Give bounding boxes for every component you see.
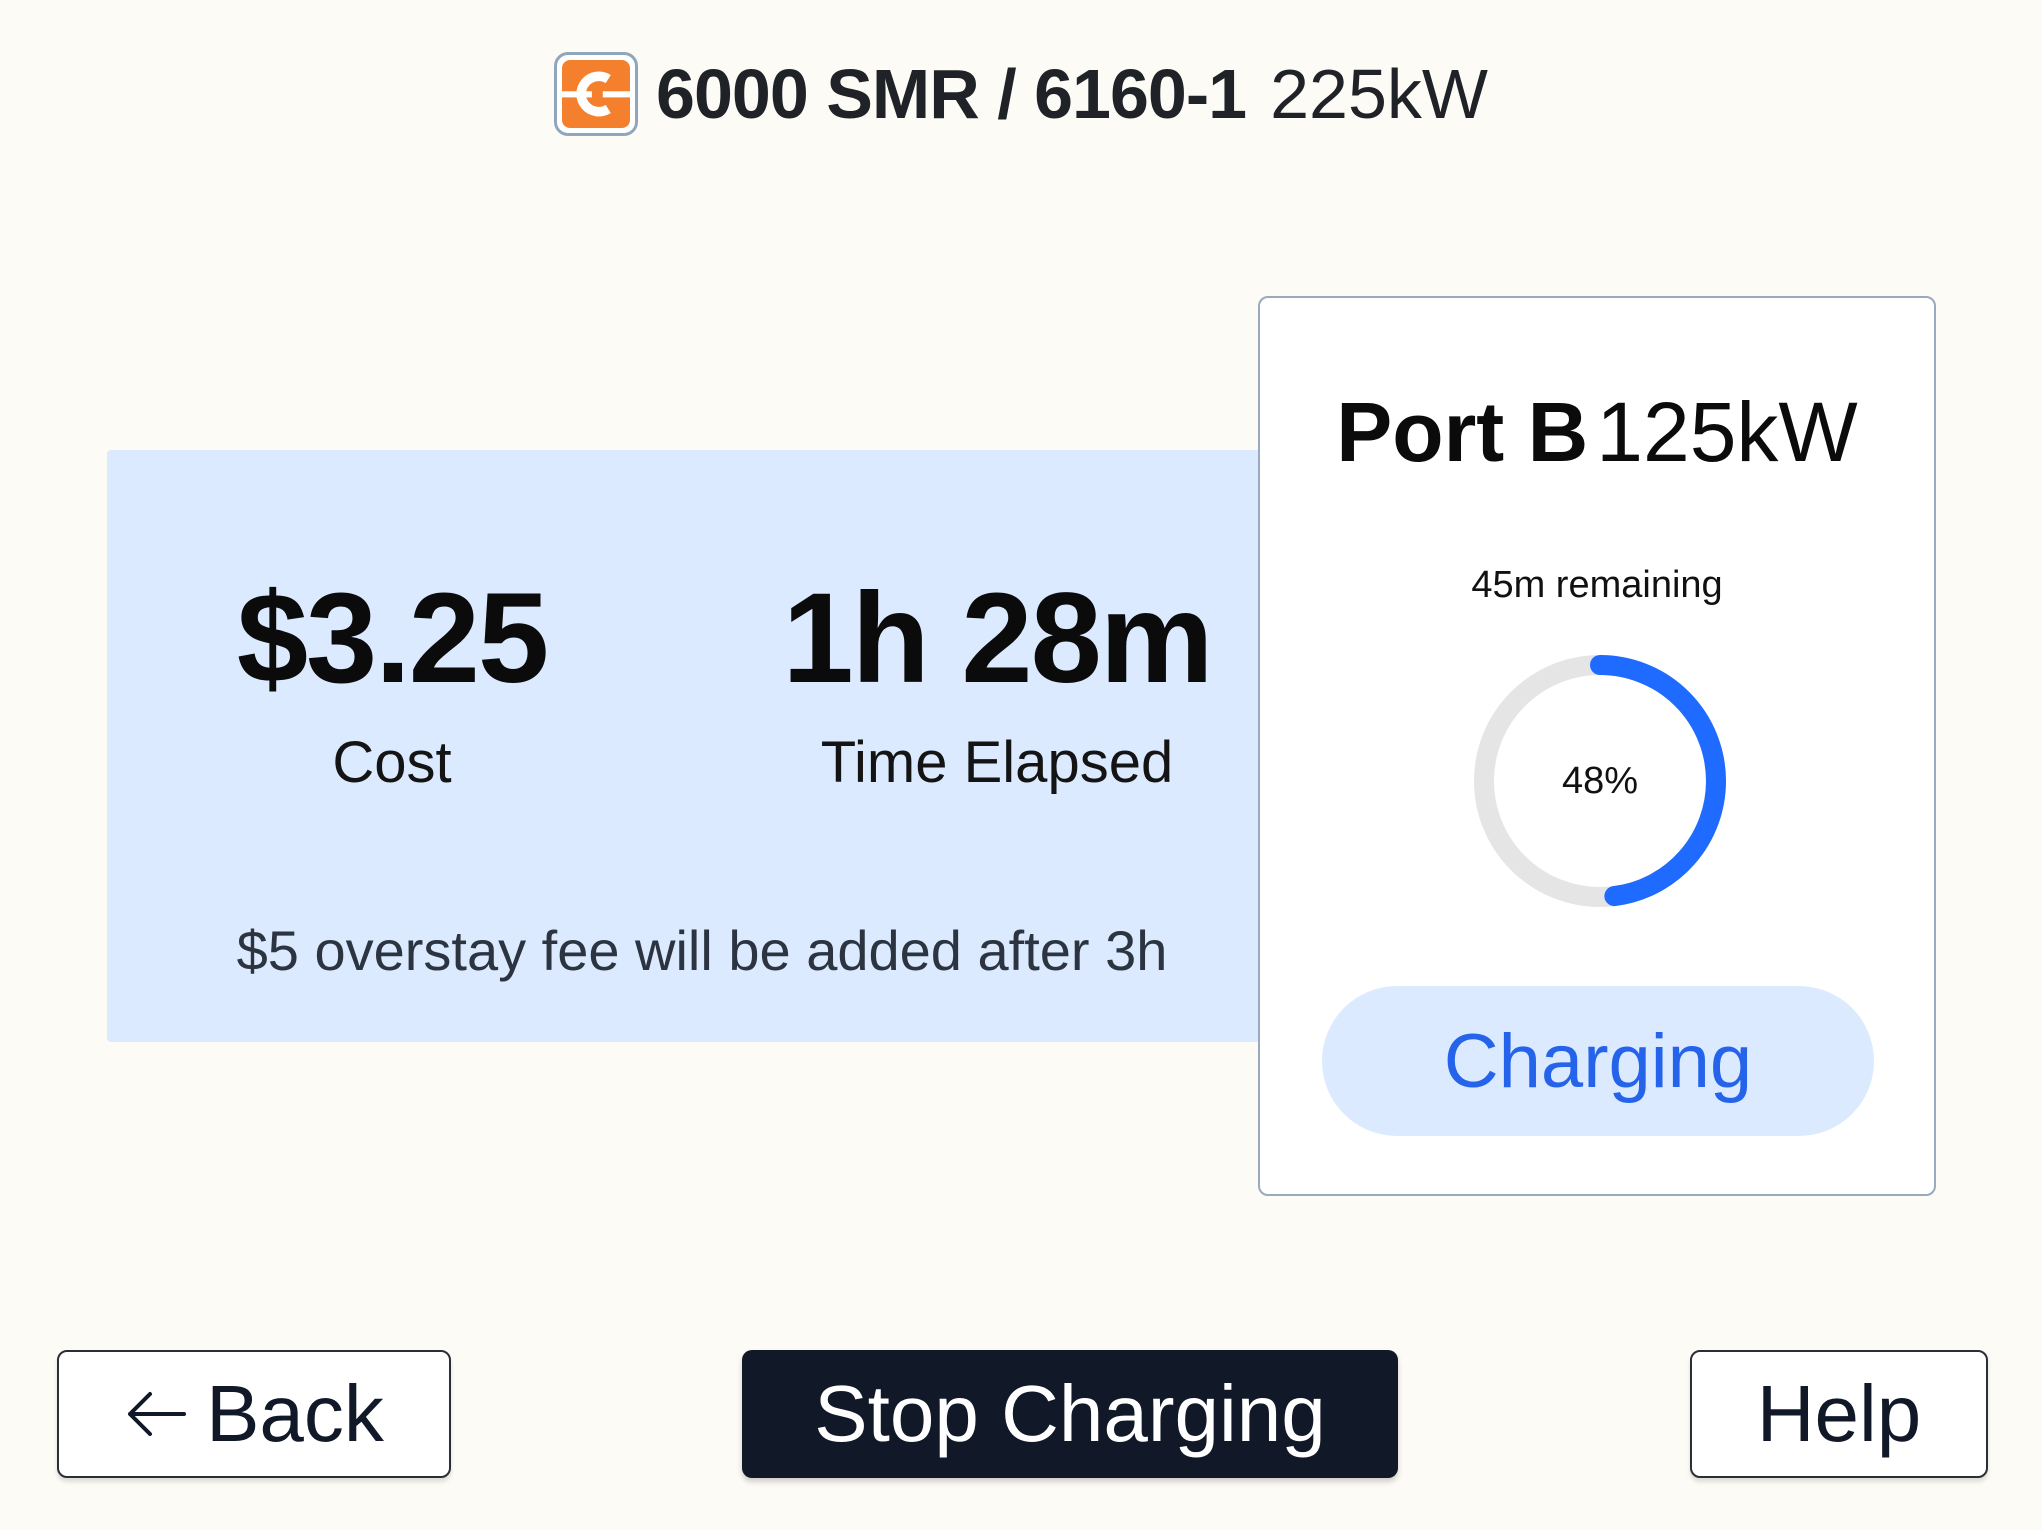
- station-header: 6000 SMR / 6160-1 225kW: [0, 52, 2042, 136]
- cost-stat: $3.25 Cost: [107, 575, 677, 796]
- time-elapsed-value: 1h 28m: [782, 567, 1213, 710]
- stop-charging-button[interactable]: Stop Charging: [742, 1350, 1398, 1478]
- cost-value: $3.25: [236, 567, 549, 710]
- charging-status-badge: Charging: [1322, 986, 1874, 1136]
- back-button-label: Back: [206, 1369, 384, 1458]
- cost-label: Cost: [332, 730, 452, 795]
- session-stats-panel: $3.25 Cost 1h 28m Time Elapsed $5 overst…: [107, 450, 1290, 1042]
- chargepoint-logo-icon: [554, 52, 639, 136]
- back-button[interactable]: Back: [57, 1350, 451, 1478]
- charge-percent: 48%: [1561, 759, 1639, 802]
- time-elapsed-label: Time Elapsed: [820, 730, 1174, 795]
- charge-progress-ring: 48%: [1467, 648, 1733, 914]
- help-button[interactable]: Help: [1690, 1350, 1988, 1478]
- port-power: 125kW: [1596, 385, 1858, 479]
- port-title: Port B125kW: [1260, 384, 1934, 481]
- station-title: 6000 SMR / 6160-1: [656, 55, 1247, 133]
- overstay-fee-note: $5 overstay fee will be added after 3h: [236, 919, 1168, 982]
- port-card: Port B125kW 45m remaining 48% Charging: [1258, 296, 1936, 1196]
- port-name: Port B: [1336, 385, 1589, 479]
- station-power: 225kW: [1270, 55, 1488, 133]
- time-elapsed-stat: 1h 28m Time Elapsed: [737, 575, 1257, 796]
- arrow-left-icon: [124, 1388, 188, 1440]
- time-remaining: 45m remaining: [1471, 564, 1723, 606]
